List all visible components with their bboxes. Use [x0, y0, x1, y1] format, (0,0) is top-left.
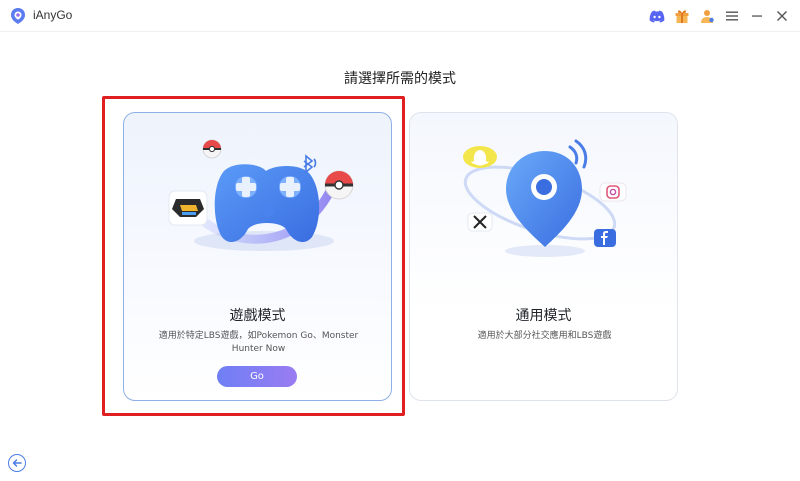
- back-button[interactable]: [8, 454, 26, 472]
- general-mode-description: 適用於大部分社交應用和LBS遊戲: [477, 331, 612, 341]
- general-mode-card[interactable]: 通用模式 適用於大部分社交應用和LBS遊戲: [409, 112, 678, 401]
- facebook-icon: [594, 229, 616, 247]
- general-mode-illustration: [463, 139, 627, 257]
- location-pin-icon: [506, 151, 582, 247]
- app-title: iAnyGo: [33, 8, 73, 22]
- app-logo-icon: [11, 8, 25, 24]
- gift-icon[interactable]: [673, 7, 691, 25]
- snapchat-icon: [463, 146, 497, 168]
- minimize-icon[interactable]: [748, 7, 766, 25]
- x-icon: [467, 212, 493, 232]
- close-icon[interactable]: [773, 7, 791, 25]
- selection-highlight: [102, 96, 405, 416]
- account-icon[interactable]: [698, 7, 716, 25]
- arrow-left-icon: [12, 459, 22, 467]
- discord-icon[interactable]: [648, 7, 666, 25]
- menu-icon[interactable]: [723, 7, 741, 25]
- title-bar: iAnyGo: [0, 0, 800, 32]
- general-mode-title: 通用模式: [515, 308, 572, 324]
- page-heading: 請選擇所需的模式: [344, 71, 456, 87]
- instagram-icon: [599, 182, 627, 202]
